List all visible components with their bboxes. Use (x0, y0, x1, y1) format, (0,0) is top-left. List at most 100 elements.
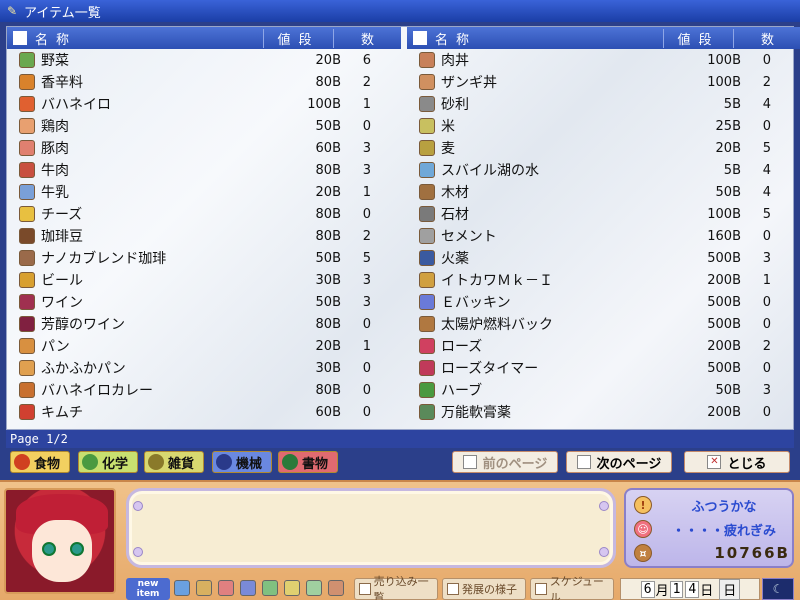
category-button-food[interactable]: 食物 (10, 451, 70, 473)
item-row[interactable]: チーズ 80B 0 (7, 203, 401, 225)
item-qty: 3 (762, 250, 771, 266)
category-button-book[interactable]: 書物 (278, 451, 338, 473)
item-row[interactable]: 肉丼 100B 0 (407, 49, 800, 71)
next-page-label: 次のページ (596, 456, 662, 472)
pot-icon[interactable] (328, 580, 344, 596)
item-row[interactable]: バハネイロカレー 80B 0 (7, 379, 401, 401)
item-qty: 0 (362, 360, 371, 376)
next-page-button[interactable]: 次のページ (566, 451, 672, 473)
new-item-indicator[interactable]: new item (126, 578, 170, 600)
prev-page-icon (462, 455, 477, 469)
item-name: 太陽炉燃料バック (441, 317, 553, 333)
category-button-chemistry[interactable]: 化学 (78, 451, 138, 473)
item-price: 200B (707, 338, 741, 354)
sales-list-button[interactable]: 売り込み一覧 (354, 575, 438, 600)
mood-line: ! ふつうかな (634, 494, 790, 516)
item-row[interactable]: 米 25B 0 (407, 115, 800, 137)
item-row[interactable]: 野菜 20B 6 (7, 49, 401, 71)
item-row[interactable]: イトカワＭｋ－Ｉ 200B 1 (407, 269, 800, 291)
item-column-right: 名称 値段 数 肉丼 100B 0 ザンギ丼 100B 2 砂利 5B 4 米 25B 0 麦 20B 5 ス… (407, 27, 800, 429)
item-row[interactable]: ローズ 200B 2 (407, 335, 800, 357)
item-row[interactable]: ハーブ 50B 3 (407, 379, 800, 401)
fuel-pack-icon (419, 316, 435, 332)
money-bag-icon: ¤ (634, 544, 652, 562)
item-row[interactable]: 鶏肉 50B 0 (7, 115, 401, 137)
item-row[interactable]: スバイル湖の水 5B 4 (407, 159, 800, 181)
inventory-icon[interactable] (174, 580, 190, 596)
gunpowder-icon (419, 250, 435, 266)
gravel-icon (419, 96, 435, 112)
item-row[interactable]: ふかふかパン 30B 0 (7, 357, 401, 379)
item-qty: 5 (362, 250, 371, 266)
meat-icon (19, 162, 35, 178)
prev-page-button[interactable]: 前のページ (452, 451, 558, 473)
item-price: 100B (707, 52, 741, 68)
item-row[interactable]: 豚肉 60B 3 (7, 137, 401, 159)
item-row[interactable]: パン 20B 1 (7, 335, 401, 357)
item-row[interactable]: 牛乳 20B 1 (7, 181, 401, 203)
page-indicator: Page 1/2 (6, 430, 794, 448)
item-price: 200B (707, 404, 741, 420)
pencil-icon[interactable] (284, 580, 300, 596)
item-row[interactable]: 珈琲豆 80B 2 (7, 225, 401, 247)
item-row[interactable]: 石材 100B 5 (407, 203, 800, 225)
item-row[interactable]: ワイン 50B 3 (7, 291, 401, 313)
header-name[interactable]: 名称 (33, 29, 263, 48)
item-row[interactable]: 砂利 5B 4 (407, 93, 800, 115)
tools-icon[interactable] (196, 580, 212, 596)
book-icon[interactable] (240, 580, 256, 596)
header-qty[interactable]: 数 (333, 28, 401, 48)
cement-icon (419, 228, 435, 244)
close-button[interactable]: ✕ とじる (684, 451, 790, 473)
item-price: 20B (315, 338, 341, 354)
item-row[interactable]: 香辛料 80B 2 (7, 71, 401, 93)
meat-icon (19, 140, 35, 156)
select-all-checkbox[interactable] (13, 31, 27, 45)
header-price[interactable]: 値段 (663, 28, 733, 48)
item-row[interactable]: Ｅバッキン 500B 0 (407, 291, 800, 313)
item-row[interactable]: 牛肉 80B 3 (7, 159, 401, 181)
item-row[interactable]: 万能軟膏薬 200B 0 (407, 401, 800, 423)
item-price: 30B (315, 360, 341, 376)
face-icon: ☺ (634, 520, 652, 538)
item-row[interactable]: ナノカブレンド珈琲 50B 5 (7, 247, 401, 269)
window-titlebar: ✎ アイテム一覧 (0, 0, 800, 22)
item-list-right: 肉丼 100B 0 ザンギ丼 100B 2 砂利 5B 4 米 25B 0 麦 20B 5 スバイル湖の水 5B… (407, 49, 800, 423)
item-row[interactable]: キムチ 60B 0 (7, 401, 401, 423)
ornament-icon (599, 501, 609, 511)
item-price: 500B (707, 294, 741, 310)
item-row[interactable]: 火薬 500B 3 (407, 247, 800, 269)
select-all-checkbox[interactable] (413, 31, 427, 45)
category-button-machine[interactable]: 機械 (212, 451, 272, 473)
item-price: 80B (315, 228, 341, 244)
header-qty[interactable]: 数 (733, 28, 800, 48)
item-row[interactable]: 麦 20B 5 (407, 137, 800, 159)
book-icon (282, 454, 298, 470)
item-row[interactable]: セメント 160B 0 (407, 225, 800, 247)
heart-icon[interactable] (218, 580, 234, 596)
ornament-icon (599, 547, 609, 557)
close-icon: ✕ (707, 455, 722, 469)
header-price[interactable]: 値段 (263, 28, 333, 48)
date-weekday: 日 (719, 578, 741, 600)
schedule-label: スケジュール (549, 575, 604, 600)
item-qty: 6 (362, 52, 371, 68)
header-name[interactable]: 名称 (433, 29, 663, 48)
item-row[interactable]: 芳醇のワイン 80B 0 (7, 313, 401, 335)
item-qty: 2 (362, 228, 371, 244)
schedule-button[interactable]: スケジュール (530, 575, 614, 600)
fatigue-text: ・・・・疲れぎみ (671, 523, 776, 539)
item-row[interactable]: ローズタイマー 500B 0 (407, 357, 800, 379)
category-button-goods[interactable]: 雑貨 (144, 451, 204, 473)
item-row[interactable]: 木材 50B 4 (407, 181, 800, 203)
item-row[interactable]: ビール 30B 3 (7, 269, 401, 291)
item-row[interactable]: 太陽炉燃料バック 500B 0 (407, 313, 800, 335)
machine-icon (216, 454, 232, 470)
item-row[interactable]: ザンギ丼 100B 2 (407, 71, 800, 93)
cheese-icon (19, 206, 35, 222)
leaf-icon[interactable] (262, 580, 278, 596)
development-button[interactable]: 発展の様子 (442, 578, 526, 600)
item-row[interactable]: バハネイロ 100B 1 (7, 93, 401, 115)
day-unit: 日 (700, 583, 714, 599)
bottle-icon[interactable] (306, 580, 322, 596)
